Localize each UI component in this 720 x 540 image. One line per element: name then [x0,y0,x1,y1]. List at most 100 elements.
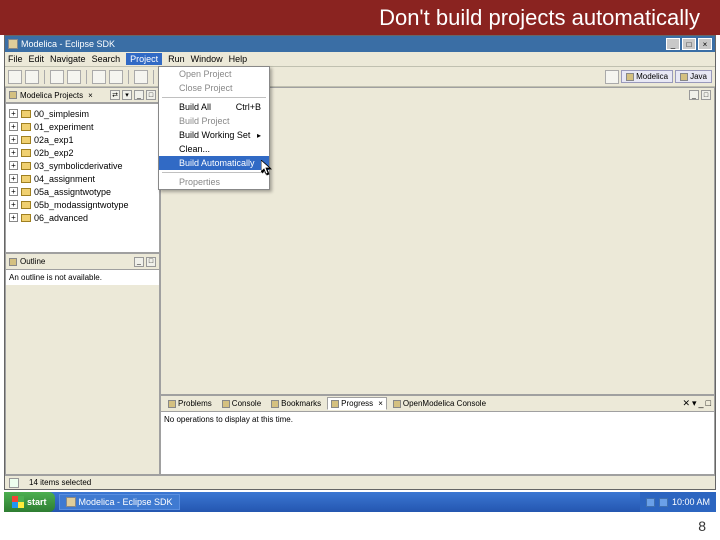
save-icon[interactable] [25,70,39,84]
system-tray[interactable]: 10:00 AM [640,492,716,512]
open-perspective-icon[interactable] [605,70,619,84]
menu-label: Clean... [179,144,210,154]
menu-icon[interactable]: ▾ [122,90,132,100]
outline-view-tab[interactable]: Outline _ □ [6,254,159,270]
menu-build-working-set[interactable]: Build Working Set▸ [159,128,269,142]
menu-run[interactable]: Run [168,54,185,64]
maximize-view-icon[interactable]: □ [146,257,156,267]
status-icon[interactable] [9,478,19,488]
clock: 10:00 AM [672,497,710,507]
separator [128,70,129,84]
minimize-view-icon[interactable]: _ [134,257,144,267]
tab-console[interactable]: Console [218,397,265,410]
tray-icon[interactable] [646,498,655,507]
new-icon[interactable] [8,70,22,84]
task-eclipse[interactable]: Modelica - Eclipse SDK [59,494,180,510]
minimize-view-icon[interactable]: _ [134,90,144,100]
clear-icon[interactable]: ✕ [682,398,690,409]
projects-view-title: Modelica Projects [20,91,83,100]
slide-title: Don't build projects automatically [379,5,700,31]
maximize-view-icon[interactable]: □ [146,90,156,100]
expand-icon[interactable]: + [9,109,18,118]
expand-icon[interactable]: + [9,135,18,144]
menu-project[interactable]: Project [126,53,162,65]
tab-problems[interactable]: Problems [164,397,216,410]
projects-tree[interactable]: +00_simplesim +01_experiment +02a_exp1 +… [5,103,160,253]
folder-icon [21,162,31,170]
menu-build-project[interactable]: Build Project [159,114,269,128]
run-icon[interactable] [67,70,81,84]
tool-icon[interactable] [109,70,123,84]
debug-icon[interactable] [50,70,64,84]
tree-item[interactable]: +05a_assigntwotype [9,185,156,198]
tree-item[interactable]: +05b_modassigntwotype [9,198,156,211]
tree-label: 05b_modassigntwotype [34,200,129,210]
start-button[interactable]: start [4,492,55,512]
tab-openmodelica-console[interactable]: OpenModelica Console [389,397,490,410]
eclipse-window: Modelica - Eclipse SDK _ □ × File Edit N… [4,35,716,490]
tool-icon[interactable] [92,70,106,84]
menubar: File Edit Navigate Search Project Run Wi… [5,52,715,67]
tree-item[interactable]: +01_experiment [9,120,156,133]
tab-bookmarks[interactable]: Bookmarks [267,397,325,410]
progress-icon [331,400,339,408]
tree-item[interactable]: +04_assignment [9,172,156,185]
expand-icon[interactable]: + [9,148,18,157]
menu-build-automatically[interactable]: Build Automatically [159,156,269,170]
expand-icon[interactable]: + [9,174,18,183]
menu-navigate[interactable]: Navigate [50,54,86,64]
project-dropdown[interactable]: Open Project Close Project Build AllCtrl… [158,66,270,190]
submenu-arrow-icon: ▸ [257,131,261,140]
app-icon [8,39,18,49]
menu-open-project[interactable]: Open Project [159,67,269,81]
maximize-view-icon[interactable]: □ [706,398,711,409]
minimize-button[interactable]: _ [666,38,680,50]
tree-label: 02a_exp1 [34,135,74,145]
minimize-view-icon[interactable]: _ [699,398,704,409]
perspective-java[interactable]: Java [675,70,712,83]
menu-edit[interactable]: Edit [29,54,45,64]
om-console-icon [393,400,401,408]
expand-icon[interactable]: + [9,187,18,196]
menu-close-project[interactable]: Close Project [159,81,269,95]
search-icon[interactable] [134,70,148,84]
tree-item[interactable]: +00_simplesim [9,107,156,120]
slide-header: Don't build projects automatically [0,0,720,35]
expand-icon[interactable]: + [9,161,18,170]
tree-item[interactable]: +02b_exp2 [9,146,156,159]
perspective-modelica[interactable]: Modelica [621,70,673,83]
expand-icon[interactable]: + [9,200,18,209]
maximize-editor-icon[interactable]: □ [701,90,711,100]
tray-icon[interactable] [659,498,668,507]
menu-help[interactable]: Help [229,54,248,64]
maximize-button[interactable]: □ [682,38,696,50]
menu-separator [162,97,266,98]
menu-properties[interactable]: Properties [159,175,269,189]
tree-item[interactable]: +06_advanced [9,211,156,224]
tab-progress[interactable]: Progress× [327,397,387,410]
menu-window[interactable]: Window [191,54,223,64]
menu-file[interactable]: File [8,54,23,64]
menu-icon[interactable]: ▾ [692,398,697,409]
menu-build-all[interactable]: Build AllCtrl+B [159,100,269,114]
expand-icon[interactable]: + [9,213,18,222]
start-label: start [27,497,47,507]
menu-clean[interactable]: Clean... [159,142,269,156]
folder-icon [21,201,31,209]
tab-close-icon[interactable]: × [378,399,383,408]
tab-label: OpenModelica Console [403,399,486,408]
projects-view-tab[interactable]: Modelica Projects × ⇄ ▾ _ □ [5,87,160,103]
tree-item[interactable]: +02a_exp1 [9,133,156,146]
separator [86,70,87,84]
window-title: Modelica - Eclipse SDK [21,39,664,49]
perspective-label: Modelica [636,72,668,81]
menu-search[interactable]: Search [92,54,121,64]
tree-item[interactable]: +03_symbolicderivative [9,159,156,172]
close-button[interactable]: × [698,38,712,50]
expand-icon[interactable]: + [9,122,18,131]
tab-close-icon[interactable]: × [88,91,93,100]
tree-label: 02b_exp2 [34,148,74,158]
minimize-editor-icon[interactable]: _ [689,90,699,100]
link-icon[interactable]: ⇄ [110,90,120,100]
titlebar[interactable]: Modelica - Eclipse SDK _ □ × [5,36,715,52]
